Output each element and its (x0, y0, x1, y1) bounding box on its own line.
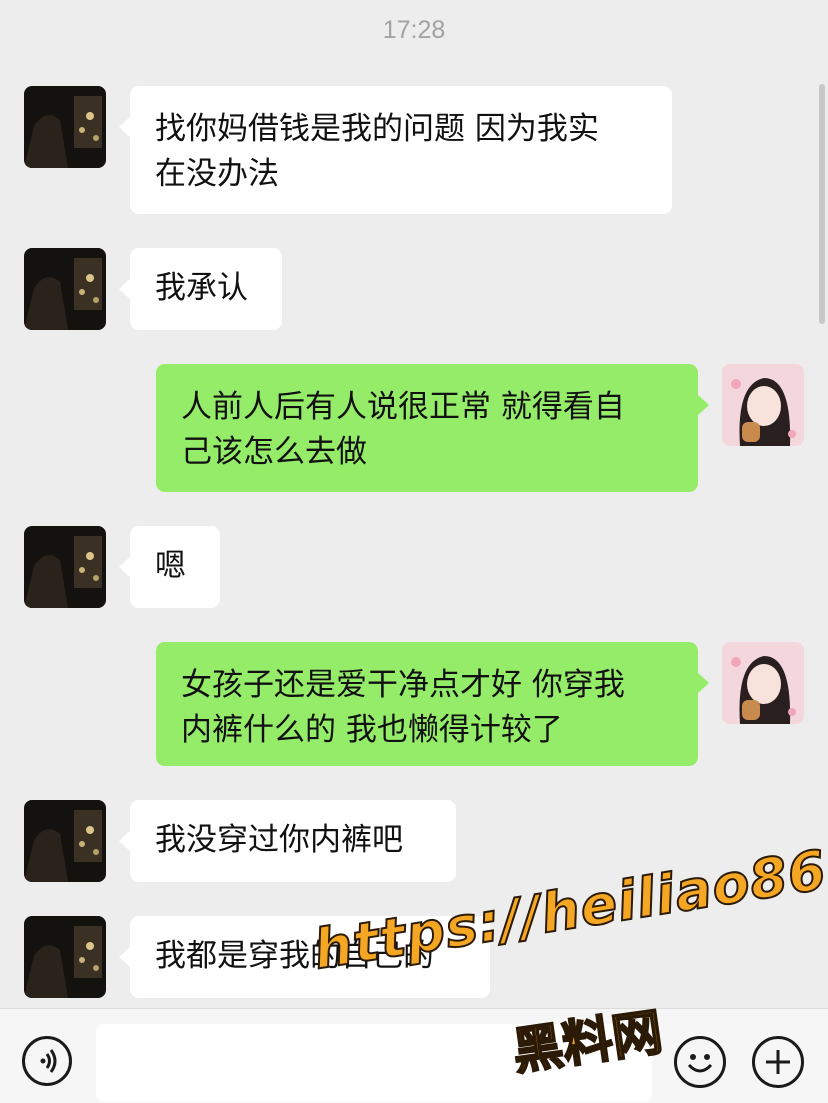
voice-icon[interactable] (22, 1036, 72, 1086)
message-line: 己该怎么去做 (181, 434, 367, 470)
message-line: 找你妈借钱是我的问题 因为我实 (155, 111, 599, 147)
user-avatar[interactable] (722, 364, 804, 446)
message-line: 在没办法 (155, 156, 279, 192)
contact-avatar[interactable] (24, 526, 106, 608)
scrollbar[interactable] (819, 84, 825, 324)
message-line: 内裤什么的 我也懒得计较了 (181, 712, 563, 748)
message-bubble-outgoing[interactable]: 女孩子还是爱干净点才好 你穿我 内裤什么的 我也懒得计较了 (156, 642, 709, 766)
message-bubble-incoming[interactable]: 我没穿过你内裤吧 (119, 800, 456, 882)
user-avatar[interactable] (722, 642, 804, 724)
message-bubble-incoming[interactable]: 嗯 (119, 526, 220, 608)
message-line: 人前人后有人说很正常 就得看自 (181, 389, 625, 425)
contact-avatar[interactable] (24, 248, 106, 330)
contact-avatar[interactable] (24, 916, 106, 998)
message-bubble-incoming[interactable]: 找你妈借钱是我的问题 因为我实 在没办法 (119, 86, 672, 214)
message-line: 我没穿过你内裤吧 (155, 822, 403, 858)
message-line: 女孩子还是爱干净点才好 你穿我 (181, 667, 625, 703)
message-line: 我承认 (155, 270, 248, 306)
emoji-icon[interactable] (674, 1036, 726, 1088)
message-line: 嗯 (155, 548, 186, 584)
contact-avatar[interactable] (24, 800, 106, 882)
contact-avatar[interactable] (24, 86, 106, 168)
timestamp: 17:28 (382, 16, 446, 44)
message-bubble-outgoing[interactable]: 人前人后有人说很正常 就得看自 己该怎么去做 (156, 364, 709, 492)
plus-icon[interactable] (752, 1036, 804, 1088)
message-bubble-incoming[interactable]: 我承认 (119, 248, 282, 330)
